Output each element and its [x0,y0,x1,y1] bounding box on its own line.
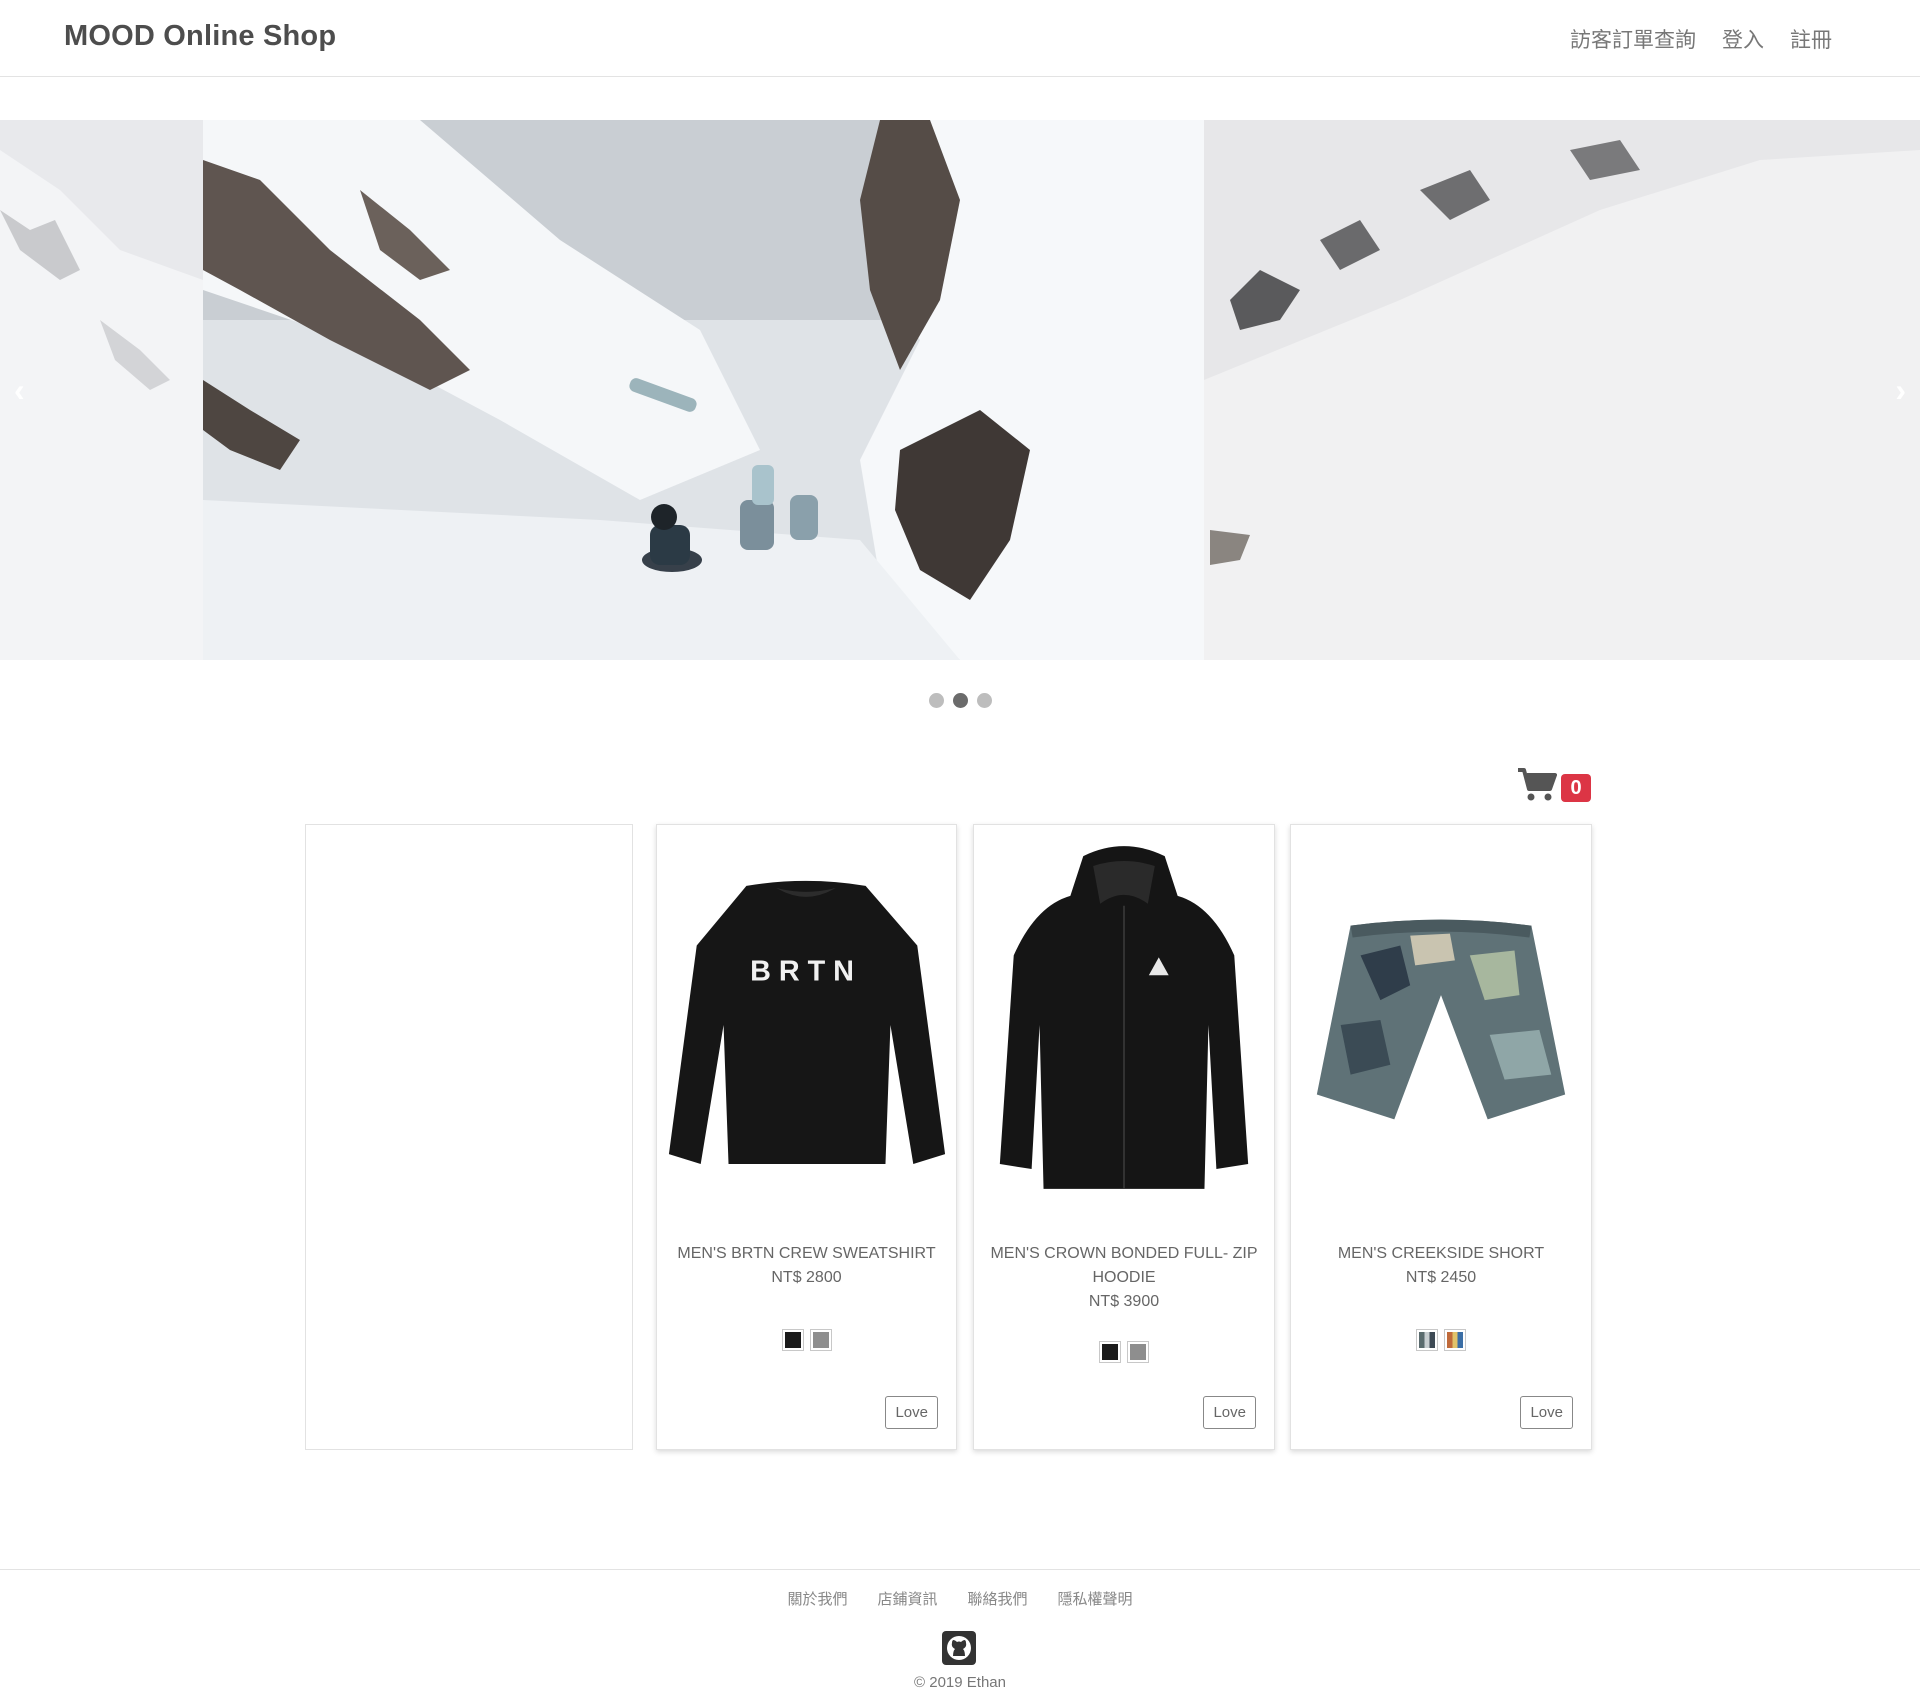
love-button[interactable]: Love [1520,1396,1573,1429]
hero-carousel: ‹ › [0,120,1920,660]
chevron-right-icon: › [1895,372,1906,408]
product-info: MEN'S CREEKSIDE SHORT NT$ 2450 [1307,1242,1575,1290]
chevron-left-icon: ‹ [14,372,25,408]
product-image[interactable] [974,825,1274,1215]
shopping-cart-icon [1518,768,1557,801]
love-button[interactable]: Love [1203,1396,1256,1429]
footer-link-about[interactable]: 關於我們 [787,1588,847,1609]
footer-link-privacy[interactable]: 隱私權聲明 [1058,1588,1133,1609]
footer-link-store-info[interactable]: 店鋪資訊 [877,1588,937,1609]
product-name: MEN'S CREEKSIDE SHORT [1337,1245,1545,1262]
nav-register[interactable]: 註冊 [1790,24,1832,54]
carousel-indicator[interactable] [929,693,944,708]
color-swatch-gray[interactable] [1127,1341,1149,1363]
product-price: NT$ 3900 [1088,1293,1160,1310]
sweatshirt-image: BRTN [668,880,946,1165]
color-swatches [974,1341,1274,1363]
carousel-slides-image [0,120,1920,660]
cart-count-badge: 0 [1561,774,1591,802]
cart-button[interactable]: 0 [1517,766,1593,804]
footer-links: 關於我們 店鋪資訊 聯絡我們 隱私權聲明 [0,1588,1920,1609]
product-card[interactable]: MEN'S CROWN BONDED FULL- ZIP HOODIE NT$ … [973,824,1275,1450]
footer-link-contact[interactable]: 聯絡我們 [968,1588,1028,1609]
color-swatch-camo[interactable] [1416,1329,1438,1351]
product-name: MEN'S BRTN CREW SWEATSHIRT [677,1245,936,1262]
footer: 關於我們 店鋪資訊 聯絡我們 隱私權聲明 © 2019 Ethan [0,1569,1920,1708]
carousel-indicators [929,693,992,708]
carousel-indicator[interactable] [977,693,992,708]
carousel-prev-button[interactable]: ‹ [14,372,25,409]
product-price: NT$ 2450 [1405,1269,1477,1286]
color-swatch-black[interactable] [781,1329,804,1351]
love-button[interactable]: Love [885,1396,938,1429]
product-card[interactable]: BRTN MEN'S BRTN CREW SWEATSHIRT NT$ 2800… [656,824,957,1450]
hoodie-image [999,846,1249,1189]
color-swatch-multicolor[interactable] [1444,1329,1466,1351]
product-card-placeholder [305,824,633,1450]
product-name: MEN'S CROWN BONDED FULL- ZIP HOODIE [990,1245,1258,1286]
carousel-next-button[interactable]: › [1895,372,1906,409]
copyright-text: © 2019 Ethan [914,1674,1006,1691]
color-swatch-black[interactable] [1099,1341,1121,1363]
navbar: MOOD Online Shop 訪客訂單查詢 登入 註冊 [0,0,1920,77]
brtn-print-text: BRTN [750,955,862,987]
nav-links: 訪客訂單查詢 登入 註冊 [1570,24,1832,54]
carousel-indicator-active[interactable] [953,693,968,708]
product-info: MEN'S CROWN BONDED FULL- ZIP HOODIE NT$ … [990,1242,1258,1314]
product-image[interactable]: BRTN [657,825,956,1215]
github-icon[interactable] [942,1631,976,1665]
color-swatches [657,1329,956,1351]
product-image[interactable] [1291,825,1591,1215]
shorts-image [1316,919,1566,1120]
color-swatches [1291,1329,1591,1351]
product-price: NT$ 2800 [771,1269,842,1286]
nav-guest-order-lookup[interactable]: 訪客訂單查詢 [1570,24,1696,54]
nav-login[interactable]: 登入 [1722,24,1764,54]
product-info: MEN'S BRTN CREW SWEATSHIRT NT$ 2800 [673,1242,940,1290]
color-swatch-gray[interactable] [809,1329,832,1351]
brand-logo[interactable]: MOOD Online Shop [64,20,336,53]
product-card[interactable]: MEN'S CREEKSIDE SHORT NT$ 2450 Love [1290,824,1592,1450]
